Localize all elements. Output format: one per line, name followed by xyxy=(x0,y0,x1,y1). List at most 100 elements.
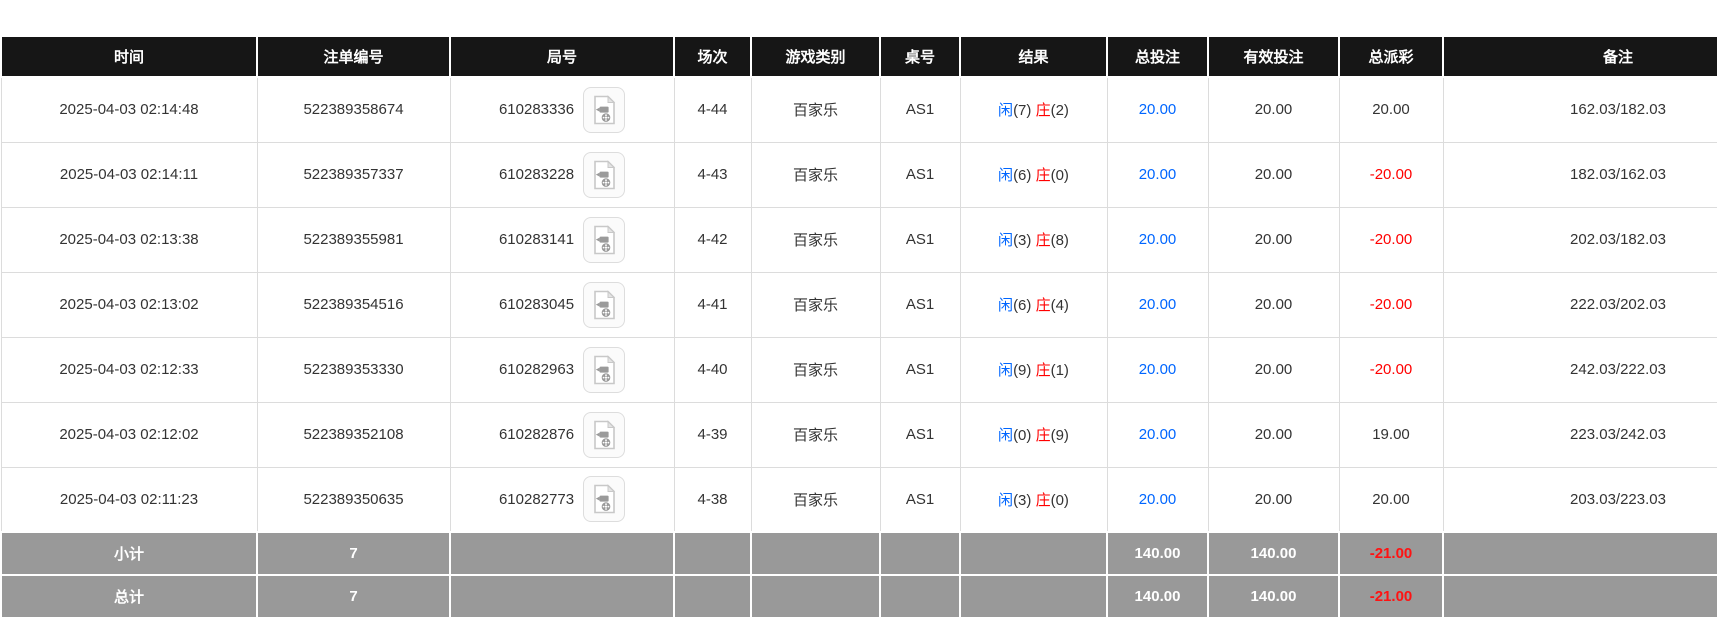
cell-total-bet: 20.00 xyxy=(1107,77,1208,142)
video-replay-button[interactable] xyxy=(583,347,625,393)
cell-result: 闲(0) 庄(9) xyxy=(960,402,1107,467)
video-replay-button[interactable] xyxy=(583,152,625,198)
subtotal-label: 小计 xyxy=(1,532,257,575)
col-header-session: 场次 xyxy=(674,36,751,77)
cell-payout: -20.00 xyxy=(1339,337,1443,402)
cell-remark: 203.03/223.03 xyxy=(1443,467,1717,532)
total-bet-link[interactable]: 20.00 xyxy=(1139,231,1177,248)
result-banker-score: (0) xyxy=(1051,492,1069,509)
video-file-icon xyxy=(591,355,617,385)
cell-valid-bet: 20.00 xyxy=(1208,272,1339,337)
cell-time: 2025-04-03 02:12:02 xyxy=(1,402,257,467)
grand-total-count: 7 xyxy=(257,575,450,618)
grand-total-total-bet: 140.00 xyxy=(1107,575,1208,618)
result-player-label: 闲 xyxy=(998,102,1013,119)
cell-session: 4-40 xyxy=(674,337,751,402)
cell-remark: 242.03/222.03 xyxy=(1443,337,1717,402)
cell-bet-id: 522389352108 xyxy=(257,402,450,467)
cell-game-type: 百家乐 xyxy=(751,467,880,532)
table-row: 2025-04-03 02:12:33522389353330610282963… xyxy=(1,337,1717,402)
result-banker-label: 庄 xyxy=(1036,102,1051,119)
subtotal-row: 小计7140.00140.00-21.00 xyxy=(1,532,1717,575)
subtotal-empty-cell xyxy=(880,532,960,575)
cell-game-type: 百家乐 xyxy=(751,402,880,467)
video-replay-button[interactable] xyxy=(583,476,625,522)
result-player-label: 闲 xyxy=(998,362,1013,379)
result-player-score: (3) xyxy=(1013,492,1031,509)
result-banker-score: (2) xyxy=(1051,102,1069,119)
cell-session: 4-38 xyxy=(674,467,751,532)
cell-time: 2025-04-03 02:13:38 xyxy=(1,207,257,272)
cell-table-id: AS1 xyxy=(880,207,960,272)
total-bet-link[interactable]: 20.00 xyxy=(1139,101,1177,118)
cell-bet-id: 522389358674 xyxy=(257,77,450,142)
grand-total-empty-cell xyxy=(960,575,1107,618)
subtotal-empty-cell xyxy=(674,532,751,575)
total-bet-link[interactable]: 20.00 xyxy=(1139,296,1177,313)
result-banker-label: 庄 xyxy=(1036,427,1051,444)
cell-session: 4-44 xyxy=(674,77,751,142)
result-player-score: (0) xyxy=(1013,427,1031,444)
cell-result: 闲(3) 庄(8) xyxy=(960,207,1107,272)
cell-total-bet: 20.00 xyxy=(1107,467,1208,532)
result-banker-score: (8) xyxy=(1051,232,1069,249)
round-id-value: 610282773 xyxy=(499,491,574,508)
cell-time: 2025-04-03 02:13:02 xyxy=(1,272,257,337)
cell-result: 闲(7) 庄(2) xyxy=(960,77,1107,142)
video-file-icon xyxy=(591,95,617,125)
result-player-score: (6) xyxy=(1013,297,1031,314)
video-file-icon xyxy=(591,225,617,255)
result-banker-label: 庄 xyxy=(1036,232,1051,249)
subtotal-payout: -21.00 xyxy=(1339,532,1443,575)
cell-valid-bet: 20.00 xyxy=(1208,207,1339,272)
round-id-value: 610283228 xyxy=(499,166,574,183)
cell-game-type: 百家乐 xyxy=(751,77,880,142)
video-replay-button[interactable] xyxy=(583,282,625,328)
result-player-score: (6) xyxy=(1013,167,1031,184)
grand-total-empty-cell xyxy=(751,575,880,618)
cell-valid-bet: 20.00 xyxy=(1208,142,1339,207)
cell-result: 闲(6) 庄(4) xyxy=(960,272,1107,337)
result-player-label: 闲 xyxy=(998,492,1013,509)
result-player-label: 闲 xyxy=(998,297,1013,314)
col-header-time: 时间 xyxy=(1,36,257,77)
subtotal-empty-cell xyxy=(751,532,880,575)
cell-bet-id: 522389350635 xyxy=(257,467,450,532)
subtotal-count: 7 xyxy=(257,532,450,575)
result-player-label: 闲 xyxy=(998,427,1013,444)
table-row: 2025-04-03 02:14:11522389357337610283228… xyxy=(1,142,1717,207)
cell-valid-bet: 20.00 xyxy=(1208,467,1339,532)
table-row: 2025-04-03 02:13:38522389355981610283141… xyxy=(1,207,1717,272)
result-banker-score: (1) xyxy=(1051,362,1069,379)
grand-total-payout: -21.00 xyxy=(1339,575,1443,618)
cell-total-bet: 20.00 xyxy=(1107,337,1208,402)
cell-remark: 223.03/242.03 xyxy=(1443,402,1717,467)
result-banker-score: (0) xyxy=(1051,167,1069,184)
result-player-label: 闲 xyxy=(998,167,1013,184)
total-bet-link[interactable]: 20.00 xyxy=(1139,361,1177,378)
video-replay-button[interactable] xyxy=(583,87,625,133)
result-player-score: (9) xyxy=(1013,362,1031,379)
grand-total-empty-cell xyxy=(880,575,960,618)
total-bet-link[interactable]: 20.00 xyxy=(1139,426,1177,443)
video-replay-button[interactable] xyxy=(583,412,625,458)
col-header-game_type: 游戏类别 xyxy=(751,36,880,77)
total-bet-link[interactable]: 20.00 xyxy=(1139,166,1177,183)
total-bet-link[interactable]: 20.00 xyxy=(1139,491,1177,508)
subtotal-empty-cell xyxy=(450,532,674,575)
cell-bet-id: 522389355981 xyxy=(257,207,450,272)
cell-round-id: 610283141 xyxy=(450,207,674,272)
table-body: 2025-04-03 02:14:48522389358674610283336… xyxy=(1,77,1717,532)
table-row: 2025-04-03 02:12:02522389352108610282876… xyxy=(1,402,1717,467)
result-banker-label: 庄 xyxy=(1036,297,1051,314)
cell-payout: -20.00 xyxy=(1339,207,1443,272)
result-banker-label: 庄 xyxy=(1036,362,1051,379)
cell-round-id: 610282876 xyxy=(450,402,674,467)
round-id-group: 610283141 xyxy=(452,217,673,263)
cell-payout: -20.00 xyxy=(1339,272,1443,337)
video-replay-button[interactable] xyxy=(583,217,625,263)
col-header-table_id: 桌号 xyxy=(880,36,960,77)
cell-total-bet: 20.00 xyxy=(1107,207,1208,272)
cell-round-id: 610283336 xyxy=(450,77,674,142)
grand-total-empty-cell xyxy=(674,575,751,618)
